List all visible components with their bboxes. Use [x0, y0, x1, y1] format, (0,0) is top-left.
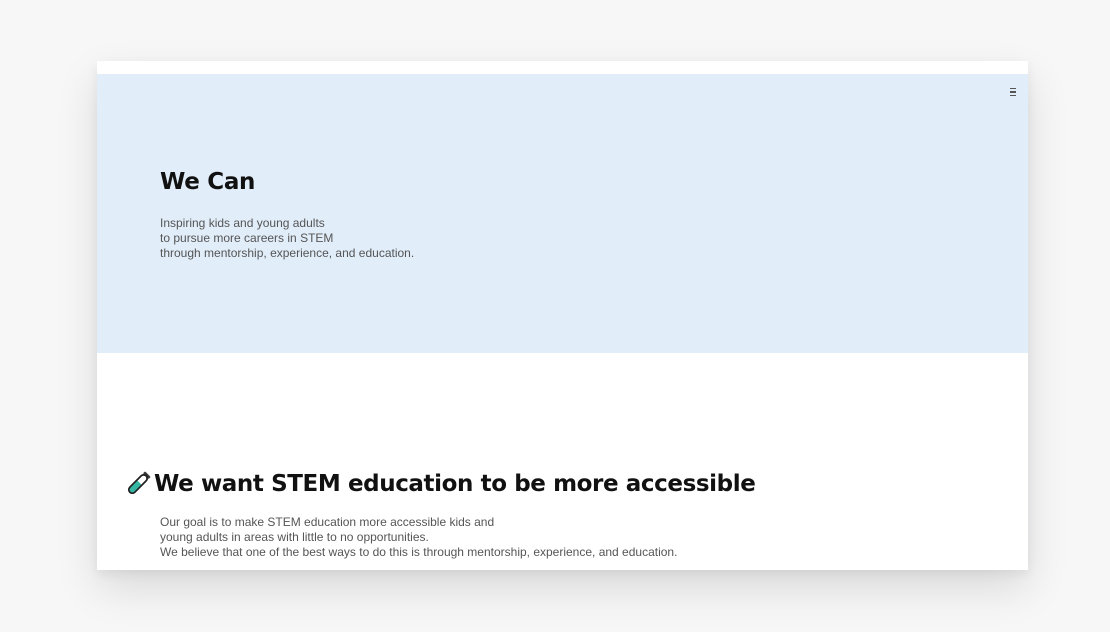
- mission-title: We want STEM education to be more access…: [154, 471, 756, 497]
- mission-heading: We want STEM education to be more access…: [122, 468, 756, 500]
- hero-subtitle-line: to pursue more careers in STEM: [160, 231, 334, 245]
- hero-subtitle: Inspiring kids and young adults to pursu…: [160, 216, 414, 261]
- hero-subtitle-line: through mentorship, experience, and educ…: [160, 246, 415, 260]
- page-frame: We Can Inspiring kids and young adults t…: [97, 61, 1028, 570]
- mission-body-line: Our goal is to make STEM education more …: [160, 515, 495, 529]
- menu-line: [1010, 88, 1016, 90]
- mission-body-line: young adults in areas with little to no …: [160, 530, 429, 544]
- mission-body-line: We believe that one of the best ways to …: [160, 545, 678, 559]
- hero-section: We Can Inspiring kids and young adults t…: [97, 74, 1028, 353]
- test-tube-icon: [122, 468, 154, 500]
- mission-body: Our goal is to make STEM education more …: [160, 515, 677, 560]
- top-bar: [97, 61, 1028, 74]
- hero-title: We Can: [160, 169, 256, 195]
- menu-line: [1010, 94, 1016, 96]
- hamburger-menu-icon[interactable]: [1010, 88, 1018, 96]
- menu-line: [1010, 91, 1016, 93]
- mission-section: We want STEM education to be more access…: [97, 353, 1028, 570]
- hero-subtitle-line: Inspiring kids and young adults: [160, 216, 325, 230]
